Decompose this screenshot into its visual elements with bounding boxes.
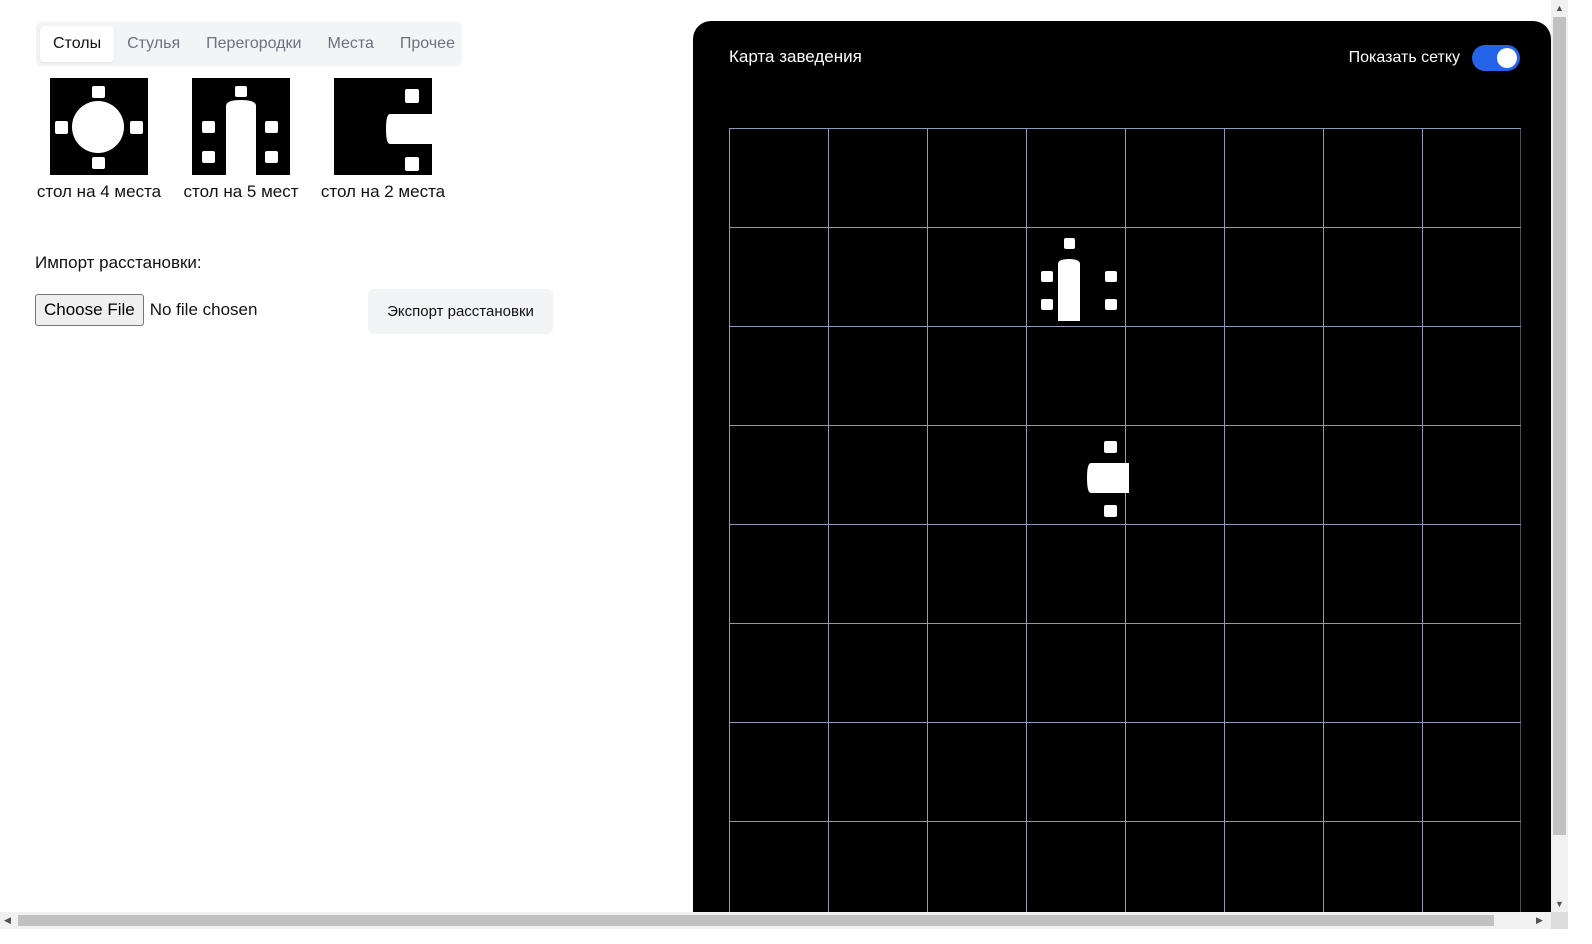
palette-item-label: стол на 5 мест [183, 182, 299, 201]
scroll-right-icon[interactable]: ▶ [1536, 915, 1543, 925]
vertical-scrollbar[interactable]: ▲ ▼ [1551, 0, 1568, 912]
venue-map-panel: Карта заведения Показать сетку [693, 21, 1551, 921]
map-title: Карта заведения [729, 47, 862, 66]
tab-other[interactable]: Прочее [387, 26, 468, 62]
side-table-2-icon[interactable] [334, 78, 432, 175]
page-margin-bottom [0, 929, 1592, 944]
palette-item-label: стол на 2 места [320, 182, 446, 201]
map-canvas[interactable] [729, 128, 1521, 921]
scroll-left-icon[interactable]: ◀ [4, 915, 11, 925]
palette-item-table-2[interactable]: стол на 2 места [319, 78, 447, 202]
show-grid-control: Показать сетку [1349, 45, 1520, 71]
scroll-up-icon[interactable]: ▲ [1555, 3, 1564, 13]
scroll-down-icon[interactable]: ▼ [1555, 899, 1564, 909]
file-status: No file chosen [149, 300, 258, 319]
file-input[interactable]: Choose File No file chosen [35, 294, 257, 326]
item-palette: стол на 4 места стол на 5 мест стол на 2… [35, 78, 447, 202]
round-table-4-icon[interactable] [50, 78, 148, 175]
horizontal-scrollbar[interactable]: ◀ ▶ [0, 912, 1551, 929]
palette-item-table-4[interactable]: стол на 4 места [35, 78, 163, 202]
tab-partitions[interactable]: Перегородки [193, 26, 314, 62]
horizontal-scroll-thumb[interactable] [18, 915, 1494, 926]
long-table-5-icon[interactable] [192, 78, 290, 175]
page-margin [1568, 0, 1592, 929]
export-button[interactable]: Экспорт расстановки [368, 289, 553, 334]
placed-side-table-2-icon[interactable] [1087, 441, 1129, 517]
grid-lines [729, 128, 1521, 921]
show-grid-label: Показать сетку [1348, 49, 1460, 66]
vertical-scroll-thumb[interactable] [1553, 17, 1566, 835]
palette-item-table-5[interactable]: стол на 5 мест [181, 78, 301, 202]
show-grid-toggle[interactable] [1472, 45, 1520, 71]
tab-seats[interactable]: Места [314, 26, 386, 62]
tab-tables[interactable]: Столы [40, 26, 115, 62]
toggle-knob [1497, 48, 1517, 68]
tab-chairs[interactable]: Стулья [114, 26, 193, 62]
placed-items [1041, 238, 1129, 517]
palette-item-label: стол на 4 места [36, 182, 162, 201]
import-label: Импорт расстановки: [35, 253, 202, 272]
category-tabs: Столы Стулья Перегородки Места Прочее [36, 22, 462, 66]
placed-long-table-5-icon[interactable] [1041, 238, 1117, 321]
scrollbar-corner [1551, 912, 1568, 929]
choose-file-button[interactable]: Choose File [35, 294, 144, 326]
